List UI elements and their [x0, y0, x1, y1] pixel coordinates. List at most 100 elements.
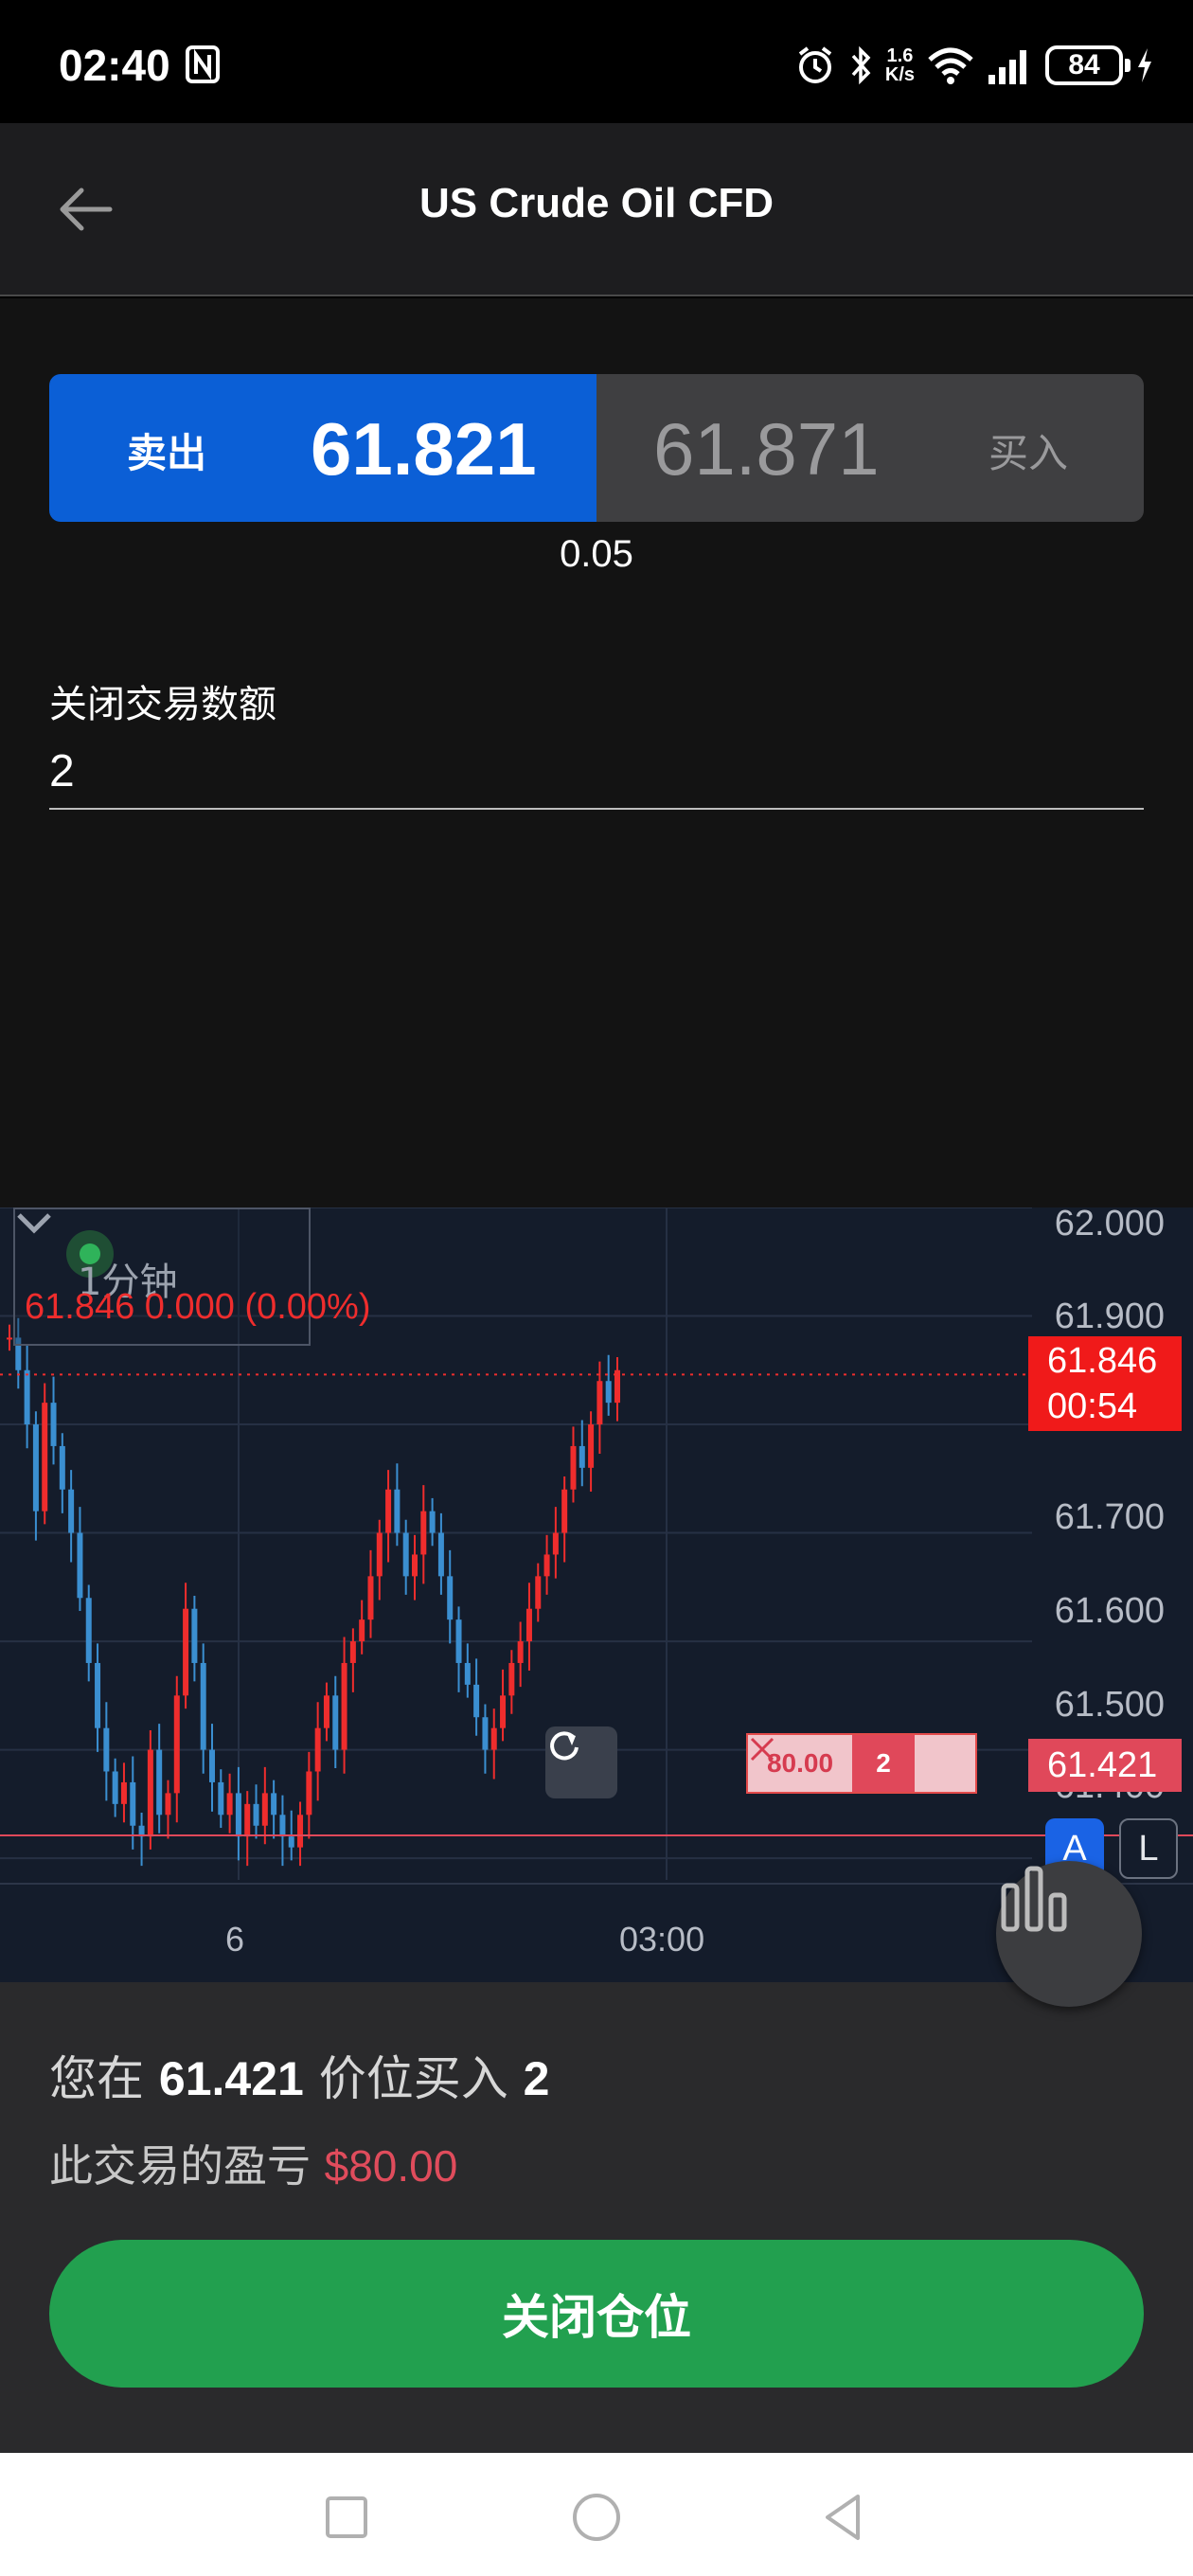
candle-body: [95, 1662, 101, 1728]
position-close-button[interactable]: [750, 1735, 975, 1792]
candle-body: [191, 1608, 198, 1663]
candle-body: [482, 1717, 489, 1750]
nfc-icon: [186, 45, 220, 83]
buy-label: 买入: [988, 430, 1068, 476]
reset-zoom-button[interactable]: [545, 1726, 617, 1798]
y-tick-label: 61.500: [1054, 1685, 1165, 1725]
candle-body: [543, 1554, 550, 1577]
ohlc-readout: 61.846 0.000 (0.00%): [25, 1287, 371, 1327]
signal-icon: [988, 50, 1026, 84]
position-summary: 您在 61.421 价位买入 2 此交易的盈亏 $80.00 关闭仓位: [0, 1982, 1193, 2453]
candle-body: [420, 1511, 427, 1555]
x-tick-label: 03:00: [619, 1920, 705, 1959]
candle-body: [24, 1369, 30, 1425]
position-marker[interactable]: 80.00 2: [746, 1733, 977, 1794]
candle-body: [103, 1727, 110, 1772]
buy-price: 61.871: [653, 407, 880, 491]
candle-body: [525, 1608, 532, 1642]
quantity-input[interactable]: [49, 734, 1144, 810]
candle-body: [490, 1727, 497, 1750]
candle-body: [359, 1619, 365, 1642]
sell-button[interactable]: 卖出 61.821: [49, 374, 596, 522]
candle-body: [464, 1662, 471, 1685]
candle-body: [32, 1424, 39, 1512]
trade-panel: 卖出 61.821 61.871 买入 0.05 关闭交易数额: [0, 298, 1193, 1208]
candle-body: [437, 1532, 444, 1577]
candle-body: [588, 1424, 595, 1468]
refresh-icon: [550, 1731, 579, 1761]
candle-body: [412, 1554, 418, 1577]
home-icon[interactable]: [568, 2489, 625, 2546]
candle-body: [200, 1662, 206, 1750]
system-nav-bar: [0, 2453, 1193, 2576]
pnl-line: 此交易的盈亏 $80.00: [49, 2132, 457, 2194]
back-nav-icon[interactable]: [816, 2489, 873, 2546]
candle-body: [579, 1445, 585, 1468]
candle-body: [244, 1803, 251, 1837]
candle-body: [349, 1641, 356, 1663]
y-tick-label: 62.000: [1054, 1204, 1165, 1243]
candle-body: [332, 1695, 339, 1750]
candle-body: [253, 1803, 259, 1826]
price-chart[interactable]: 1分钟 61.846 0.000 (0.00%) 62.000 61.900 6…: [0, 1204, 1193, 2007]
candle-body: [323, 1695, 329, 1728]
quantity-label: 关闭交易数额: [49, 683, 276, 726]
candle-body: [147, 1749, 153, 1837]
candle-body: [235, 1793, 241, 1837]
position-price-tag: 61.421: [1028, 1739, 1182, 1792]
candle-body: [429, 1511, 436, 1533]
candle-body: [570, 1445, 577, 1490]
candle-body: [42, 1403, 48, 1512]
candle-body: [314, 1727, 321, 1772]
candle-body: [508, 1662, 515, 1696]
close-position-button[interactable]: 关闭仓位: [49, 2240, 1144, 2388]
sell-label: 卖出: [127, 430, 207, 476]
bar-chart-icon: [1001, 1866, 1067, 1932]
candle-body: [165, 1793, 171, 1816]
candle-body: [473, 1684, 480, 1718]
status-time: 02:40: [59, 41, 170, 90]
log-scale-button[interactable]: L: [1119, 1818, 1178, 1879]
current-price-tag: 61.846 00:54: [1028, 1336, 1182, 1431]
candle-body: [552, 1532, 559, 1555]
buy-button[interactable]: 61.871 买入: [596, 374, 1144, 522]
candle-body: [85, 1598, 92, 1663]
candle-body: [77, 1532, 83, 1599]
status-bar: 02:40 1.6 K/s 84: [0, 0, 1193, 123]
candle-body: [50, 1403, 57, 1446]
candle-body: [341, 1662, 347, 1750]
chart-type-button[interactable]: [996, 1861, 1142, 2007]
position-description: 您在 61.421 价位买入 2: [49, 2051, 550, 2106]
candle-body: [500, 1695, 507, 1728]
pnl-value: $80.00: [324, 2141, 458, 2191]
position-qty: 2: [852, 1735, 915, 1792]
candle-body: [183, 1608, 189, 1696]
candle-body: [209, 1749, 215, 1782]
candle-body: [455, 1619, 462, 1663]
sell-price: 61.821: [311, 407, 537, 491]
battery-indicator: 84: [1045, 45, 1131, 85]
recent-apps-icon[interactable]: [318, 2489, 375, 2546]
wifi-icon: [928, 47, 973, 84]
candle-body: [68, 1489, 75, 1533]
candle-body: [402, 1532, 409, 1577]
candle-body: [7, 1337, 12, 1340]
spread-value: 0.05: [560, 533, 633, 575]
candle-body: [261, 1793, 268, 1826]
page-title: US Crude Oil CFD: [418, 180, 775, 226]
y-tick-label: 61.700: [1054, 1497, 1165, 1537]
x-tick-label: 6: [225, 1920, 245, 1959]
candle-body: [367, 1576, 374, 1620]
candle-body: [297, 1815, 304, 1848]
candle-body: [376, 1532, 383, 1577]
candle-body: [279, 1815, 286, 1837]
candle-body: [218, 1781, 224, 1816]
network-speed: 1.6 K/s: [884, 45, 915, 85]
close-icon: [750, 1737, 775, 1762]
candle-body: [605, 1381, 612, 1404]
candle-body: [561, 1489, 568, 1533]
candle-body: [288, 1836, 294, 1848]
candle-body: [535, 1576, 542, 1609]
candle-body: [156, 1749, 163, 1816]
candle-body: [517, 1641, 524, 1663]
